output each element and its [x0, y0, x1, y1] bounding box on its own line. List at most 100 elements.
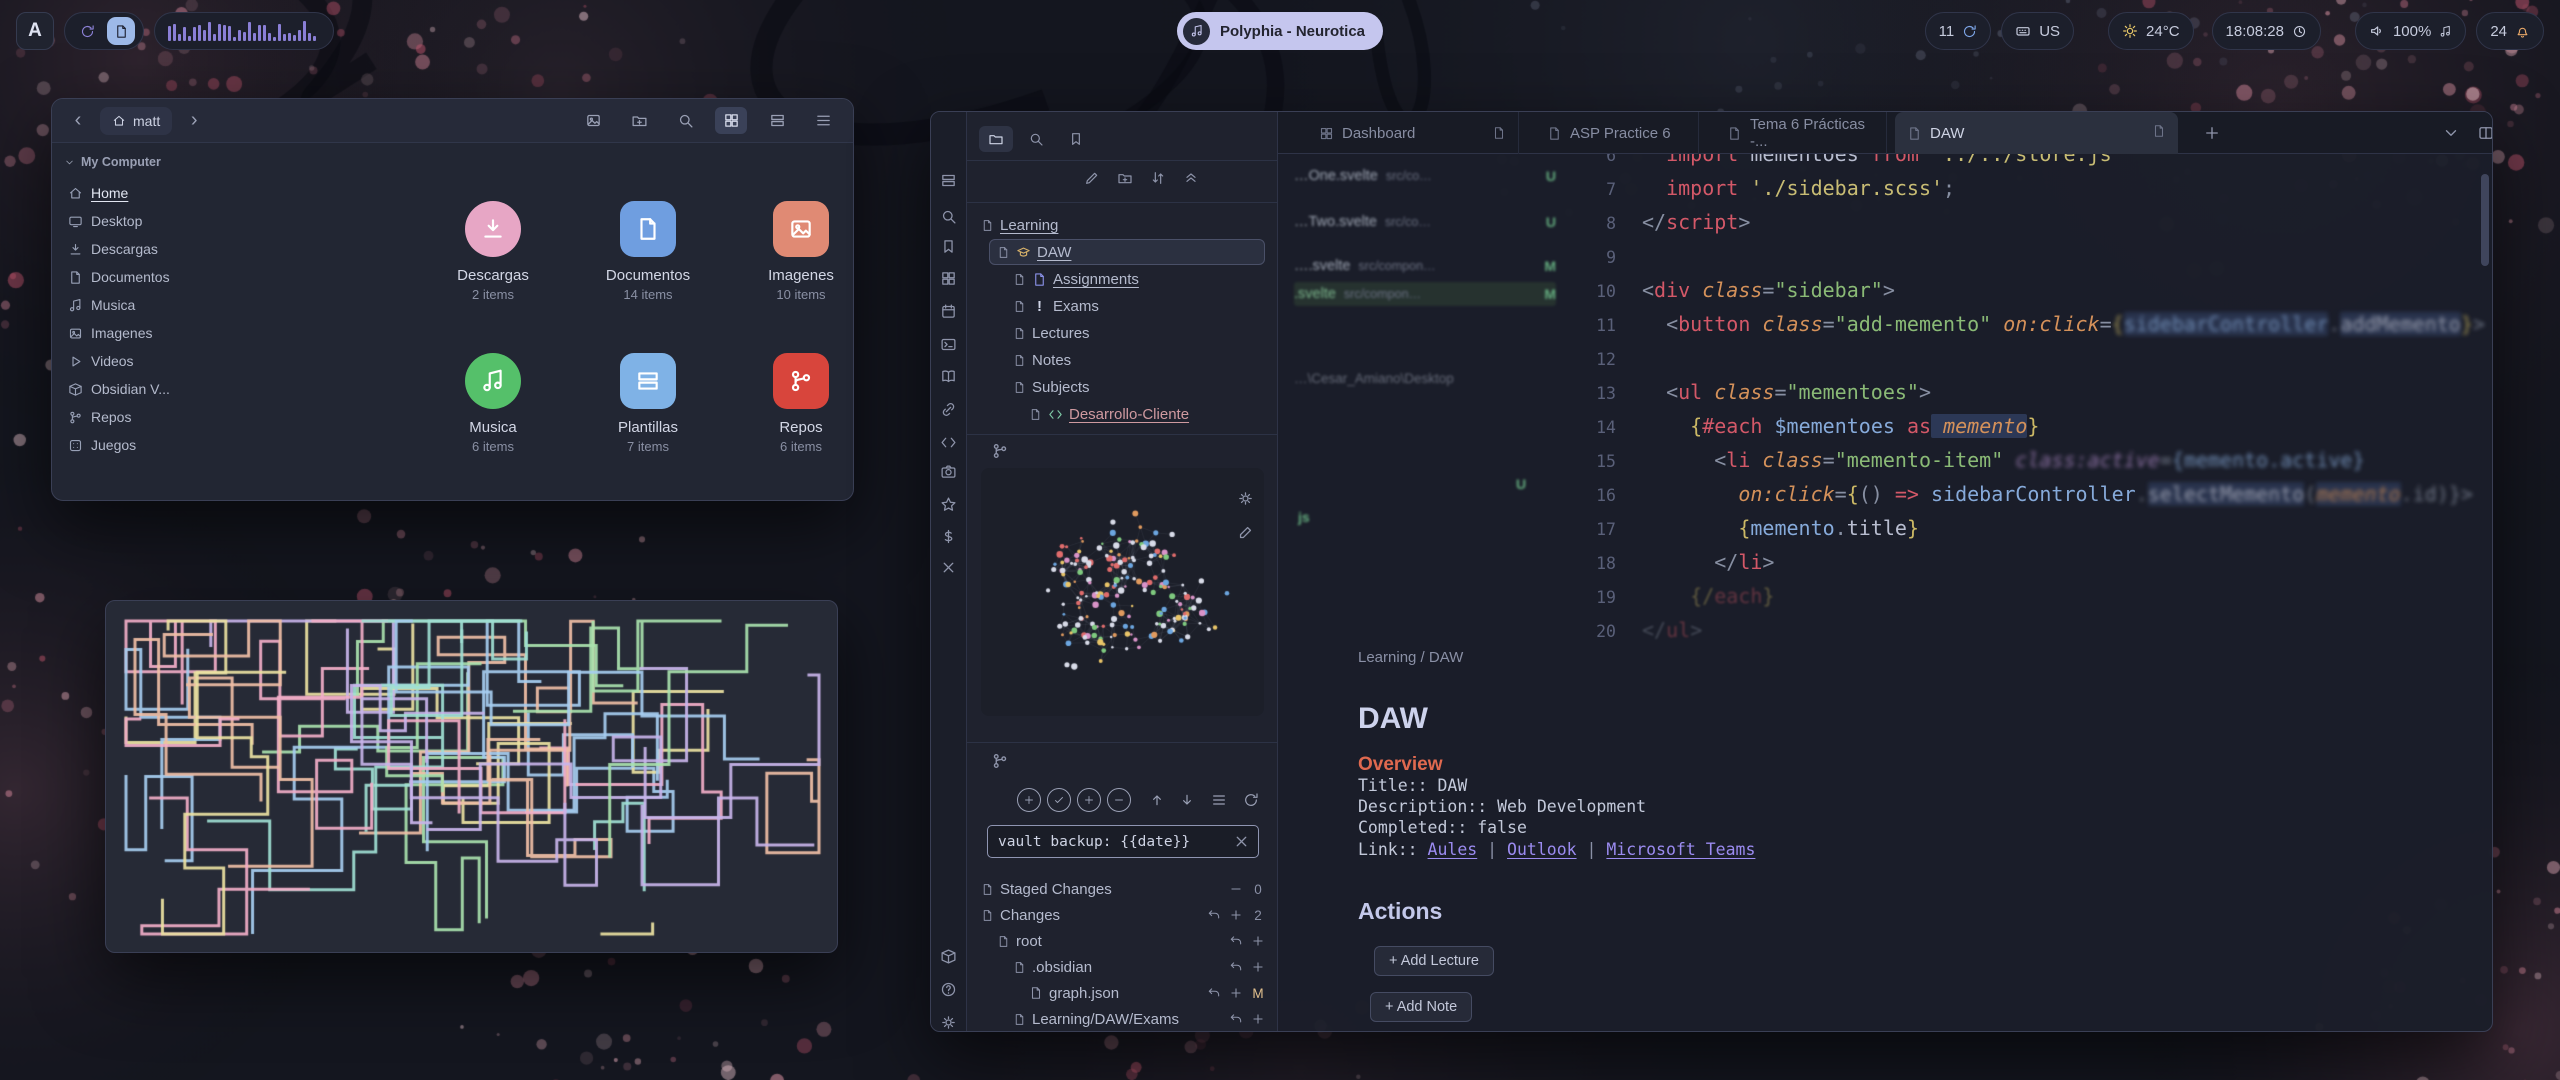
files-ribbon-button[interactable] — [940, 172, 958, 190]
sidebar-item-desktop[interactable]: Desktop — [64, 207, 222, 235]
clock-module[interactable]: 18:08:28 — [2212, 12, 2321, 50]
settings-ribbon-button[interactable] — [940, 1014, 958, 1032]
note-link-microsoft-teams[interactable]: Microsoft Teams — [1606, 840, 1755, 859]
git-row-changes[interactable]: Changes2 — [967, 902, 1277, 928]
git-row-root[interactable]: root — [967, 928, 1277, 954]
close-tab-button[interactable] — [2152, 124, 2166, 142]
tab-asp-practice-6[interactable]: ASP Practice 6 — [1535, 112, 1699, 154]
now-playing-pill[interactable]: Polyphia - Neurotica — [1177, 12, 1383, 50]
terminal-ribbon-button[interactable] — [940, 336, 958, 354]
folder-item-plantillas[interactable]: Plantillas 7 items — [588, 353, 708, 454]
graph-panel-icon[interactable] — [991, 442, 1009, 460]
dollar-ribbon-button[interactable] — [940, 528, 958, 546]
button-add-lecture[interactable]: + Add Lecture — [1374, 946, 1494, 976]
sidebar-tab-bookmark[interactable] — [1059, 126, 1093, 152]
sidebar-item-descargas[interactable]: Descargas — [64, 235, 222, 263]
search-button[interactable] — [669, 107, 701, 134]
launcher-button[interactable]: A — [16, 12, 54, 50]
tree-item-daw[interactable]: DAW — [967, 239, 1277, 266]
git-panel-icon[interactable] — [991, 752, 1009, 770]
book-ribbon-button[interactable] — [940, 368, 958, 386]
graph-ribbon-button[interactable] — [940, 270, 958, 288]
button-add-note[interactable]: + Add Note — [1370, 992, 1472, 1022]
stage-all-button[interactable] — [1077, 788, 1101, 812]
note-link-outlook[interactable]: Outlook — [1507, 840, 1577, 859]
tree-item-notes[interactable]: Notes — [967, 347, 1277, 374]
tab-tema-6-pr-cticas[interactable]: Tema 6 Prácticas -... — [1715, 112, 1887, 154]
grid-view-button[interactable] — [715, 107, 747, 134]
tab-dashboard[interactable]: Dashboard — [1307, 112, 1519, 154]
git-row-learning-daw-exams[interactable]: Learning/DAW/Exams — [967, 1006, 1277, 1032]
help-ribbon-button[interactable] — [940, 981, 958, 999]
folder-item-repos[interactable]: Repos 6 items — [741, 353, 854, 454]
folder-item-musica[interactable]: Musica 6 items — [433, 353, 553, 454]
updates-module[interactable]: 11 — [1925, 12, 1992, 50]
split-pane-icon[interactable] — [2477, 124, 2492, 142]
bookmark-ribbon-button[interactable] — [940, 238, 958, 256]
sidebar-tab-search[interactable] — [1019, 126, 1053, 152]
sidebar-item-juegos[interactable]: Juegos — [64, 431, 222, 459]
calendar-ribbon-button[interactable] — [940, 303, 958, 321]
sidebar-item-documentos[interactable]: Documentos — [64, 263, 222, 291]
unstage-all-button[interactable] — [1107, 788, 1131, 812]
sidebar-item-home[interactable]: Home — [64, 179, 222, 207]
tree-item-exams[interactable]: !Exams — [967, 293, 1277, 320]
menu-button[interactable] — [807, 107, 839, 134]
new-folder-button[interactable] — [1112, 167, 1138, 189]
scrollbar-thumb[interactable] — [2481, 174, 2489, 266]
tree-item-desarrollo-cliente[interactable]: Desarrollo-Cliente — [967, 401, 1277, 428]
notifications-module[interactable]: 24 — [2476, 12, 2544, 50]
sidebar-header[interactable]: My Computer — [64, 155, 222, 169]
collapse-button[interactable] — [1178, 167, 1204, 189]
tab-daw[interactable]: DAW — [1895, 112, 2178, 154]
tree-item-subjects[interactable]: Subjects — [967, 374, 1277, 401]
note-link-aules[interactable]: Aules — [1428, 840, 1478, 859]
vault-switcher-ribbon-button[interactable] — [940, 948, 958, 966]
weather-module[interactable]: 24°C — [2108, 12, 2194, 50]
power-toggle-button[interactable] — [73, 17, 101, 45]
tree-item-assignments[interactable]: Assignments — [967, 266, 1277, 293]
folder-item-documentos[interactable]: Documentos 14 items — [588, 201, 708, 302]
graph-filter-brush-icon[interactable] — [1237, 524, 1254, 541]
camera-ribbon-button[interactable] — [940, 463, 958, 481]
back-button[interactable]: ‹ — [66, 109, 90, 132]
sort-button[interactable] — [1145, 167, 1171, 189]
list-view-button[interactable] — [761, 107, 793, 134]
refresh-button[interactable] — [1239, 788, 1263, 812]
sidebar-tab-folder[interactable] — [979, 126, 1013, 152]
sidebar-item-musica[interactable]: Musica — [64, 291, 222, 319]
git-row-staged-changes[interactable]: Staged Changes0 — [967, 876, 1277, 902]
pull-button[interactable] — [1175, 788, 1199, 812]
tree-item-lectures[interactable]: Lectures — [967, 320, 1277, 347]
sidebar-item-obsidian-v[interactable]: Obsidian V... — [64, 375, 222, 403]
folder-item-descargas[interactable]: Descargas 2 items — [433, 201, 553, 302]
new-note-button[interactable] — [1079, 167, 1105, 189]
graph-canvas[interactable] — [981, 468, 1264, 716]
new-tab-plus-icon[interactable] — [2203, 124, 2221, 142]
sidebar-item-videos[interactable]: Videos — [64, 347, 222, 375]
backup-button[interactable] — [1017, 788, 1041, 812]
note-breadcrumb[interactable]: Learning / DAW — [1358, 649, 1463, 666]
breadcrumb[interactable]: matt — [100, 107, 172, 135]
push-button[interactable] — [1145, 788, 1169, 812]
commit-button[interactable] — [1047, 788, 1071, 812]
star-ribbon-button[interactable] — [940, 496, 958, 514]
new-folder-button[interactable] — [623, 107, 655, 134]
scissors-ribbon-button[interactable] — [940, 559, 958, 577]
volume-module[interactable]: 100% — [2355, 12, 2466, 50]
change-list-button[interactable] — [1207, 788, 1231, 812]
code-ribbon-button[interactable] — [940, 434, 958, 452]
preview-button[interactable] — [577, 107, 609, 134]
tree-item-learning[interactable]: Learning — [967, 212, 1277, 239]
search-ribbon-button[interactable] — [940, 208, 958, 226]
forward-button[interactable]: › — [182, 109, 206, 132]
audio-visualizer-pill[interactable] — [154, 12, 334, 50]
tab-list-chevron-icon[interactable] — [2442, 124, 2460, 142]
clear-commit-icon[interactable] — [1233, 833, 1250, 850]
keyboard-layout-module[interactable]: US — [2001, 12, 2074, 50]
folder-item-imagenes[interactable]: Imagenes 10 items — [741, 201, 854, 302]
git-row-obsidian[interactable]: .obsidian — [967, 954, 1277, 980]
graph-settings-gear-icon[interactable] — [1237, 490, 1254, 507]
sidebar-item-repos[interactable]: Repos — [64, 403, 222, 431]
notes-toggle-button[interactable] — [107, 17, 135, 45]
